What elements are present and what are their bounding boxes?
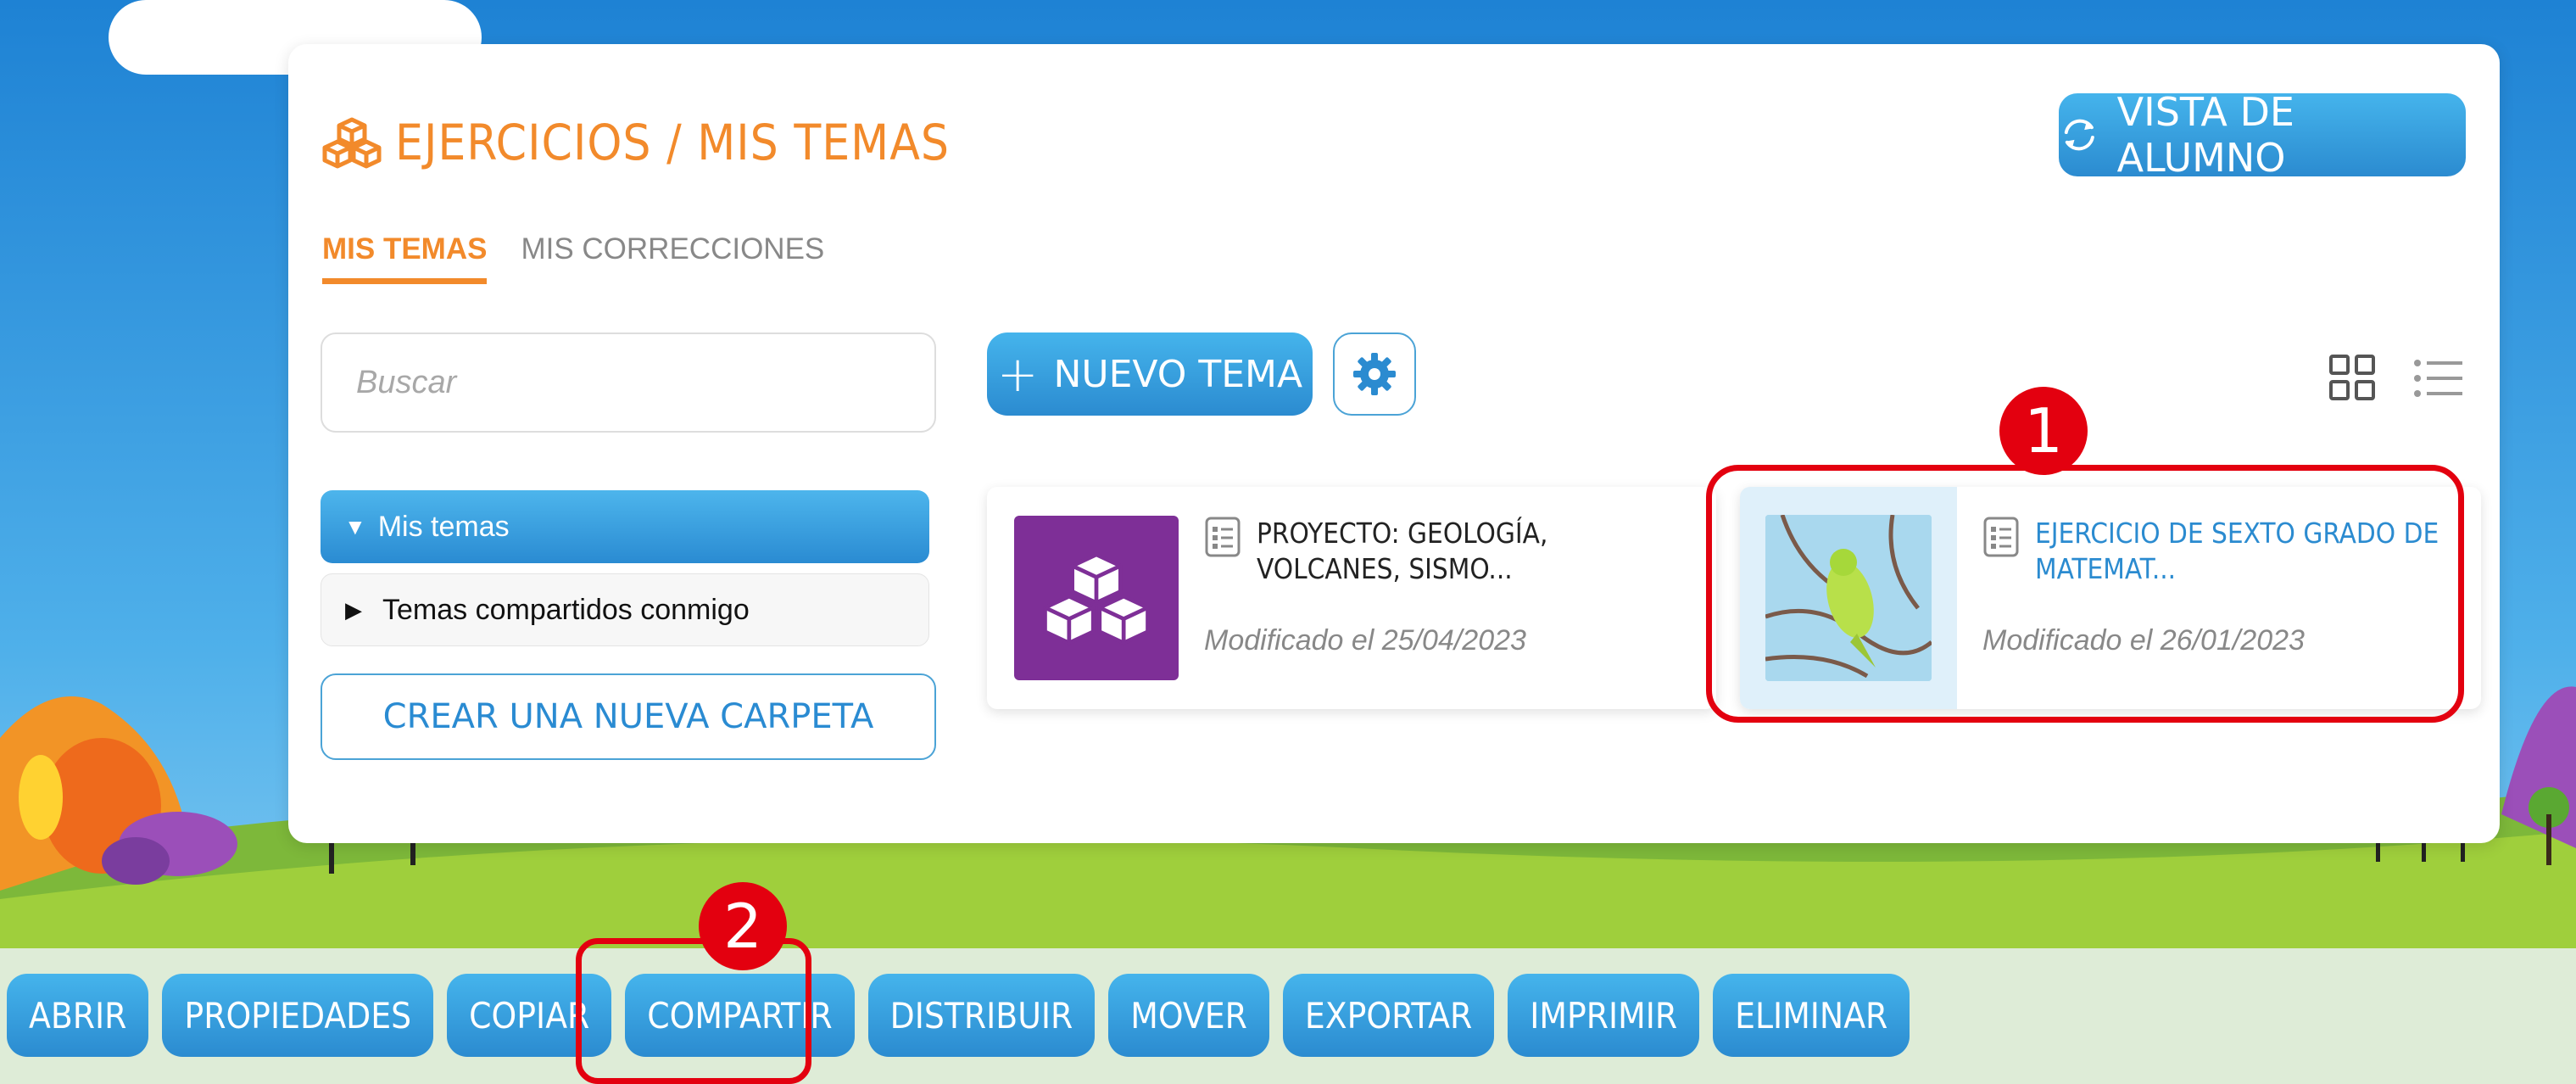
new-folder-button[interactable]: CREAR UNA NUEVA CARPETA (321, 673, 936, 760)
topic-title-line: VOLCANES, SISMO... (1257, 552, 1513, 585)
print-button[interactable]: IMPRIMIR (1508, 974, 1700, 1057)
tab-mis-correcciones[interactable]: MIS CORRECCIONES (521, 232, 824, 284)
folder-tree-mis-temas[interactable]: ▼ Mis temas (321, 490, 929, 563)
settings-button[interactable] (1333, 332, 1416, 416)
student-view-button[interactable]: VISTA DE ALUMNO (2059, 89, 2466, 181)
list-view-icon[interactable] (2413, 356, 2464, 400)
step-badge-2: 2 (699, 882, 787, 970)
folder-label: Temas compartidos conmigo (382, 593, 750, 626)
checklist-icon (1205, 517, 1241, 557)
main-panel: EJERCICIOS / MIS TEMAS VISTA DE ALUMNO M… (288, 44, 2500, 843)
triangle-down-icon: ▼ (344, 513, 366, 539)
grid-view-icon[interactable] (2328, 354, 2376, 401)
topic-title-line: PROYECTO: GEOLOGÍA, (1257, 517, 1548, 550)
step-badge-1: 1 (1999, 387, 2088, 475)
action-buttons: ABRIR PROPIEDADES COPIAR COMPARTIR DISTR… (7, 974, 1910, 1057)
export-button[interactable]: EXPORTAR (1282, 974, 1495, 1057)
student-view-label: VISTA DE ALUMNO (2116, 89, 2294, 181)
page-title-text: EJERCICIOS / MIS TEMAS (395, 114, 951, 171)
delete-button[interactable]: ELIMINAR (1713, 974, 1910, 1057)
move-button[interactable]: MOVER (1108, 974, 1269, 1057)
new-topic-button[interactable]: + NUEVO TEMA (987, 332, 1313, 416)
triangle-right-icon: ▶ (345, 596, 362, 623)
distribute-button[interactable]: DISTRIBUIR (867, 974, 1096, 1057)
search-input[interactable] (321, 332, 936, 433)
topic-title: PROYECTO: GEOLOGÍA, VOLCANES, SISMO... (1257, 516, 1716, 587)
folder-tree-shared[interactable]: ▶ Temas compartidos conmigo (321, 573, 929, 646)
topic-modified-date: Modificado el 25/04/2023 (1204, 624, 1526, 657)
highlight-box-card (1706, 465, 2464, 723)
topic-card[interactable]: PROYECTO: GEOLOGÍA, VOLCANES, SISMO... M… (987, 487, 1716, 709)
folder-label: Mis temas (377, 510, 510, 543)
properties-button[interactable]: PROPIEDADES (162, 974, 434, 1057)
tabs: MIS TEMAS MIS CORRECCIONES (322, 232, 824, 284)
open-button[interactable]: ABRIR (7, 974, 149, 1057)
page-title: EJERCICIOS / MIS TEMAS (321, 114, 950, 171)
cubes-icon (322, 117, 382, 169)
gear-icon (1353, 353, 1396, 395)
highlight-box-share (576, 938, 811, 1084)
plus-icon: + (996, 345, 1039, 403)
topic-thumbnail (1014, 516, 1179, 680)
cubes-icon (1043, 552, 1150, 645)
tab-mis-temas[interactable]: MIS TEMAS (322, 232, 488, 284)
new-topic-label: NUEVO TEMA (1053, 352, 1303, 396)
refresh-icon (2064, 119, 2094, 151)
topic-card-info: PROYECTO: GEOLOGÍA, VOLCANES, SISMO... M… (1204, 487, 1716, 709)
